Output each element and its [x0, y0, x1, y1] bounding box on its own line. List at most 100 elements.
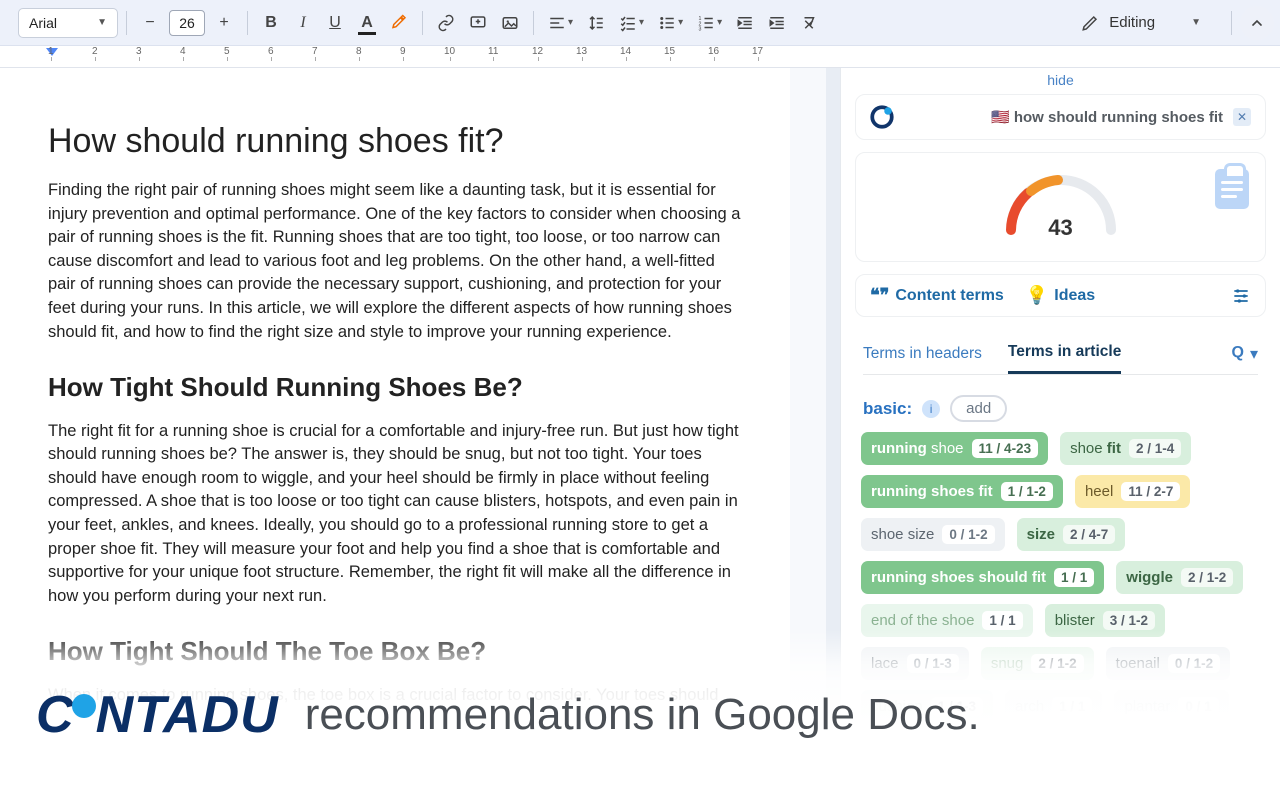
font-size-controls: − 26 +: [135, 8, 239, 38]
ruler-tick: 15: [664, 46, 675, 57]
terms-in-headers-tab[interactable]: Terms in headers: [863, 335, 982, 373]
decrease-font-size-button[interactable]: −: [135, 8, 165, 38]
bold-button[interactable]: B: [256, 8, 286, 38]
term-count-badge: 1 / 1-2: [1001, 482, 1053, 501]
separator: [247, 11, 248, 35]
section-basic-label: basic:: [863, 399, 912, 419]
term-tools: Q ▾: [1232, 344, 1258, 364]
separator: [1231, 11, 1232, 35]
insert-link-button[interactable]: [431, 8, 461, 38]
body-paragraph[interactable]: The right fit for a running shoe is cruc…: [48, 420, 742, 609]
insert-image-button[interactable]: [495, 8, 525, 38]
term-label: running shoe: [871, 440, 964, 457]
term-tag[interactable]: running shoes should fit 1 / 1: [861, 561, 1104, 594]
clear-keyword-button[interactable]: ✕: [1233, 108, 1251, 126]
term-tag[interactable]: running shoes fit 1 / 1-2: [861, 475, 1063, 508]
term-count-badge: 1 / 1: [1054, 568, 1094, 587]
term-tag[interactable]: shoe size0 / 1-2: [861, 518, 1005, 551]
add-term-button[interactable]: add: [950, 395, 1007, 422]
decrease-indent-button[interactable]: [730, 8, 760, 38]
contadu-logo-icon: [870, 105, 894, 129]
ruler-tick: 8: [356, 46, 362, 57]
italic-button[interactable]: I: [288, 8, 318, 38]
gdocs-toolbar: Arial ▼ − 26 + B I U A ▾ ▾ ▾ 123▾ Editin…: [0, 0, 1280, 46]
align-button[interactable]: ▾: [542, 8, 579, 38]
term-count-badge: 11 / 2-7: [1121, 482, 1180, 501]
promo-tagline: recommendations in Google Docs.: [305, 690, 980, 740]
font-family-value: Arial: [29, 15, 57, 31]
ruler-tick: 5: [224, 46, 230, 57]
term-label: running shoes fit: [871, 483, 993, 500]
sidebar-sections: ❝❞ Content terms 💡 Ideas: [855, 274, 1266, 317]
caret-down-icon: ▼: [1191, 17, 1201, 28]
ruler-tick: 16: [708, 46, 719, 57]
ruler-tick: 11: [488, 46, 498, 57]
term-tag[interactable]: heel 11 / 2-7: [1075, 475, 1190, 508]
indent-icon: [768, 14, 786, 32]
highlight-color-button[interactable]: [384, 8, 414, 38]
separator: [422, 11, 423, 35]
link-icon: [437, 14, 455, 32]
promo-overlay: CNTADU recommendations in Google Docs.: [0, 630, 1280, 800]
content-terms-tab[interactable]: ❝❞ Content terms: [870, 285, 1004, 306]
term-label: shoe size: [871, 526, 934, 543]
term-tag[interactable]: running shoe 11 / 4-23: [861, 432, 1048, 465]
comment-icon: [469, 14, 487, 32]
term-label: running shoes should fit: [871, 569, 1046, 586]
clipboard-icon[interactable]: [1215, 169, 1249, 209]
clear-formatting-button[interactable]: [794, 8, 824, 38]
score-gauge: 43: [996, 163, 1126, 251]
settings-button[interactable]: [1231, 286, 1251, 306]
collapse-toolbar-button[interactable]: [1240, 6, 1274, 40]
font-family-select[interactable]: Arial ▼: [18, 8, 118, 38]
pencil-icon: [1081, 14, 1099, 32]
filter-terms-button[interactable]: ▾: [1250, 344, 1258, 364]
add-comment-button[interactable]: [463, 8, 493, 38]
increase-font-size-button[interactable]: +: [209, 8, 239, 38]
page-heading-1[interactable]: How should running shoes fit?: [48, 122, 742, 161]
term-count-badge: 2 / 1-2: [1181, 568, 1233, 587]
line-spacing-button[interactable]: [581, 8, 611, 38]
editing-mode-select[interactable]: Editing ▼: [1065, 5, 1223, 41]
ruler-tick: 13: [576, 46, 587, 57]
hide-sidebar-button[interactable]: hide: [1047, 68, 1073, 94]
horizontal-ruler[interactable]: 1234567891011121314151617: [0, 46, 1280, 68]
term-tag[interactable]: shoe fit2 / 1-4: [1060, 432, 1191, 465]
ideas-tab[interactable]: 💡 Ideas: [1026, 285, 1095, 306]
lightbulb-icon: 💡: [1026, 285, 1048, 306]
font-size-input[interactable]: 26: [169, 10, 205, 36]
search-terms-button[interactable]: Q: [1232, 344, 1244, 364]
term-count-badge: 3 / 1-2: [1103, 611, 1155, 630]
text-color-button[interactable]: A: [352, 8, 382, 38]
terms-subtabs: Terms in headers Terms in article Q ▾: [863, 333, 1258, 375]
separator: [533, 11, 534, 35]
checklist-button[interactable]: ▾: [613, 8, 650, 38]
info-icon[interactable]: i: [922, 400, 940, 418]
image-icon: [501, 14, 519, 32]
ruler-tick: 3: [136, 46, 142, 57]
bulleted-list-button[interactable]: ▾: [652, 8, 689, 38]
body-paragraph[interactable]: Finding the right pair of running shoes …: [48, 179, 742, 344]
term-label: wiggle: [1126, 569, 1173, 586]
content-terms-label: Content terms: [895, 287, 1003, 305]
sliders-icon: [1231, 286, 1251, 306]
underline-button[interactable]: U: [320, 8, 350, 38]
separator: [126, 11, 127, 35]
term-count-badge: 11 / 4-23: [972, 439, 1039, 458]
checklist-icon: [619, 14, 637, 32]
terms-in-article-tab[interactable]: Terms in article: [1008, 333, 1121, 374]
numbered-list-icon: 123: [697, 14, 715, 32]
increase-indent-button[interactable]: [762, 8, 792, 38]
term-tag[interactable]: size2 / 4-7: [1017, 518, 1126, 551]
svg-text:3: 3: [699, 26, 702, 32]
term-label: heel: [1085, 483, 1113, 500]
page-heading-2[interactable]: How Tight Should Running Shoes Be?: [48, 372, 742, 403]
term-count-badge: 2 / 4-7: [1063, 525, 1115, 544]
quote-icon: ❝❞: [870, 285, 889, 306]
numbered-list-button[interactable]: 123▾: [691, 8, 728, 38]
line-spacing-icon: [587, 14, 605, 32]
term-count-badge: 2 / 1-4: [1129, 439, 1181, 458]
term-tag[interactable]: wiggle 2 / 1-2: [1116, 561, 1243, 594]
ideas-label: Ideas: [1054, 287, 1095, 305]
ruler-tick: 7: [312, 46, 318, 57]
